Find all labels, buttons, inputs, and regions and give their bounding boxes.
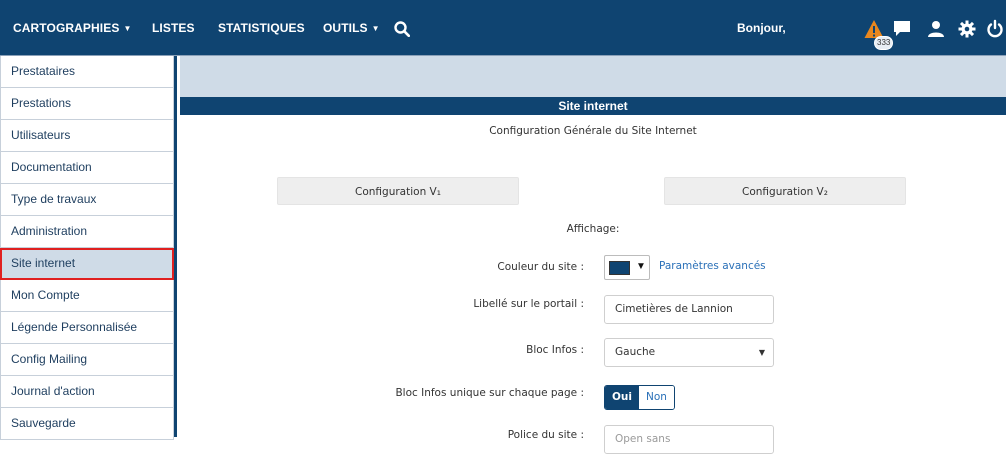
config-v2-button[interactable]: Configuration V₂ xyxy=(664,177,906,205)
sidebar-item-label: Config Mailing xyxy=(11,352,88,366)
sidebar-item-label: Site internet xyxy=(11,256,76,270)
color-swatch xyxy=(609,261,630,275)
sidebar-item-site-internet[interactable]: Site internet xyxy=(0,248,174,280)
bloc-unique-label: Bloc Infos unique sur chaque page : xyxy=(395,387,584,399)
bloc-unique-toggle: Oui Non xyxy=(604,385,675,410)
sidebar-item-label: Mon Compte xyxy=(11,288,80,302)
sidebar-item-label: Documentation xyxy=(11,160,92,174)
sidebar-item-legende-personnalisee[interactable]: Légende Personnalisée xyxy=(0,312,174,344)
section-subtitle: Configuration Générale du Site Internet xyxy=(489,125,697,137)
menu-statistiques-label: STATISTIQUES xyxy=(218,21,305,35)
sidebar-item-label: Sauvegarde xyxy=(11,416,76,430)
chat-icon[interactable] xyxy=(893,19,911,39)
top-navbar: CARTOGRAPHIES ▼ LISTES STATISTIQUES OUTIL… xyxy=(0,0,1006,56)
sidebar-item-administration[interactable]: Administration xyxy=(0,216,174,248)
sidebar-item-sauvegarde[interactable]: Sauvegarde xyxy=(0,408,174,440)
police-input[interactable]: Open sans xyxy=(604,425,774,454)
search-icon[interactable] xyxy=(394,21,410,37)
bloc-infos-value: Gauche xyxy=(615,346,656,358)
sidebar-item-documentation[interactable]: Documentation xyxy=(0,152,174,184)
alert-count-badge: 333 xyxy=(874,36,894,50)
color-picker[interactable]: ▼ xyxy=(604,255,650,280)
toggle-non[interactable]: Non xyxy=(639,386,674,409)
sidebar-item-type-de-travaux[interactable]: Type de travaux xyxy=(0,184,174,216)
user-icon[interactable] xyxy=(927,19,945,39)
affichage-heading: Affichage: xyxy=(566,223,620,235)
sidebar-item-prestations[interactable]: Prestations xyxy=(0,88,174,120)
menu-listes[interactable]: LISTES xyxy=(152,0,195,56)
advanced-settings-link[interactable]: Paramètres avancés xyxy=(659,260,766,272)
header-band xyxy=(180,56,1006,97)
libelle-label: Libellé sur le portail : xyxy=(473,298,584,310)
menu-outils-label: OUTILS xyxy=(323,21,368,35)
sidebar: Prestataires Prestations Utilisateurs Do… xyxy=(0,56,177,440)
menu-outils[interactable]: OUTILS ▼ xyxy=(323,0,380,56)
toggle-oui[interactable]: Oui xyxy=(605,386,640,409)
bloc-infos-label: Bloc Infos : xyxy=(526,344,584,356)
sidebar-item-label: Prestations xyxy=(11,96,72,110)
libelle-input[interactable]: Cimetières de Lannion xyxy=(604,295,774,324)
gear-icon[interactable] xyxy=(958,19,976,39)
sidebar-item-config-mailing[interactable]: Config Mailing xyxy=(0,344,174,376)
sidebar-item-utilisateurs[interactable]: Utilisateurs xyxy=(0,120,174,152)
menu-cartographies[interactable]: CARTOGRAPHIES ▼ xyxy=(13,0,131,56)
config-v1-button[interactable]: Configuration V₁ xyxy=(277,177,519,205)
sidebar-item-label: Type de travaux xyxy=(11,192,97,206)
greeting-text: Bonjour, xyxy=(737,21,786,35)
menu-statistiques[interactable]: STATISTIQUES xyxy=(218,0,305,56)
main-content: Configuration Générale du Site Internet … xyxy=(180,115,1006,454)
sidebar-item-label: Légende Personnalisée xyxy=(11,320,138,334)
police-label: Police du site : xyxy=(507,429,584,441)
sidebar-item-label: Prestataires xyxy=(11,64,76,78)
caret-down-icon: ▼ xyxy=(636,261,646,272)
power-icon[interactable] xyxy=(986,19,1004,39)
menu-cartographies-label: CARTOGRAPHIES xyxy=(13,21,120,35)
sidebar-item-prestataires[interactable]: Prestataires xyxy=(0,56,174,88)
caret-down-icon: ▼ xyxy=(371,24,380,33)
menu-listes-label: LISTES xyxy=(152,21,195,35)
sidebar-item-label: Journal d'action xyxy=(11,384,95,398)
section-title-bar: Site internet xyxy=(180,97,1006,115)
bloc-infos-select[interactable]: Gauche ▼ xyxy=(604,338,774,367)
sidebar-item-label: Utilisateurs xyxy=(11,128,71,142)
sidebar-item-mon-compte[interactable]: Mon Compte xyxy=(0,280,174,312)
couleur-label: Couleur du site : xyxy=(497,261,584,273)
caret-down-icon: ▼ xyxy=(123,24,132,33)
sidebar-item-journal-daction[interactable]: Journal d'action xyxy=(0,376,174,408)
caret-down-icon: ▼ xyxy=(758,348,765,357)
sidebar-item-label: Administration xyxy=(11,224,88,238)
